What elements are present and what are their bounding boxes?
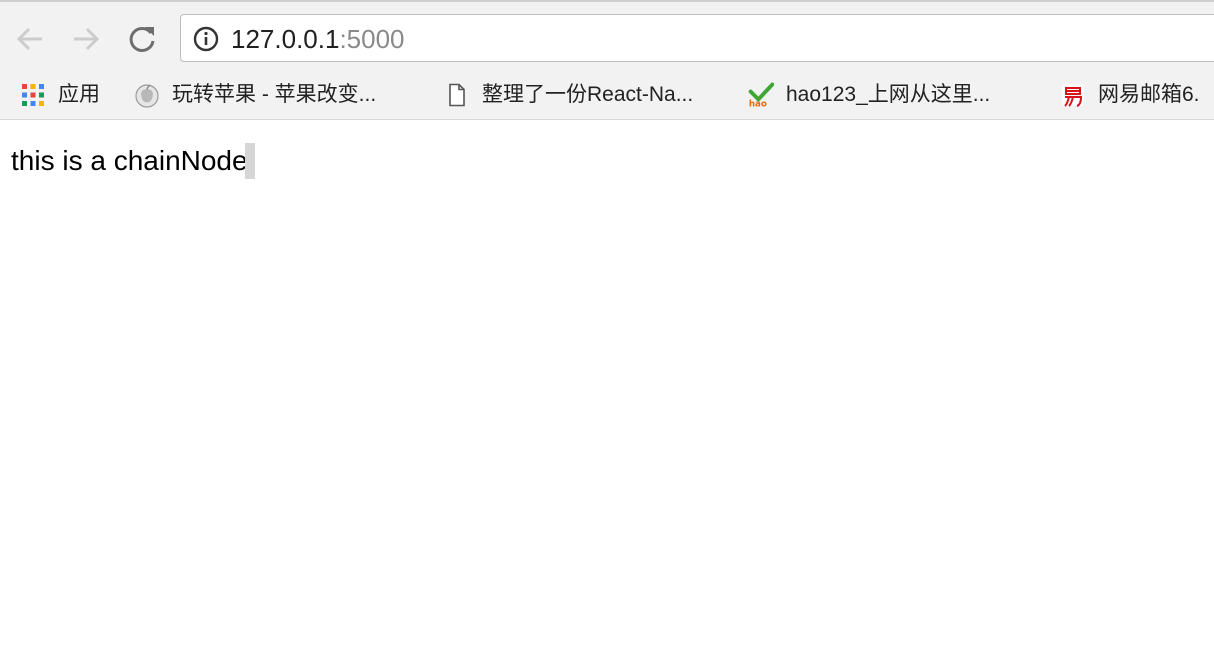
- page-text-body: this is a chainNode!: [11, 145, 256, 176]
- bookmark-label: 玩转苹果 - 苹果改变...: [172, 83, 377, 106]
- back-button[interactable]: [10, 19, 50, 59]
- arrow-left-icon: [16, 27, 42, 51]
- bookmark-apps[interactable]: 应用: [20, 80, 100, 110]
- bookmark-react-native[interactable]: 整理了一份React-Na...: [444, 80, 693, 110]
- bookmarks-bar: 应用 玩转苹果 - 苹果改变... 整理了一份React-Na... hao h…: [0, 72, 1214, 120]
- forward-button[interactable]: [66, 19, 106, 59]
- url-host: 127.0.0.1: [231, 24, 340, 54]
- reload-button[interactable]: [122, 19, 162, 59]
- page-icon: [444, 82, 470, 108]
- text-selection-caret: [245, 143, 256, 179]
- arrow-right-icon: [74, 27, 100, 51]
- page-content: this is a chainNode!: [0, 121, 1214, 672]
- bookmark-netease-mail[interactable]: 网易邮箱6.: [1060, 80, 1200, 110]
- apps-grid-icon: [20, 82, 46, 108]
- bookmark-label: 整理了一份React-Na...: [482, 83, 694, 106]
- bookmark-hao123[interactable]: hao hao123_上网从这里...: [748, 80, 990, 110]
- address-bar[interactable]: 127.0.0.1:5000: [180, 14, 1214, 62]
- bookmark-label: 应用: [58, 83, 100, 106]
- bookmark-wanzhuan-apple[interactable]: 玩转苹果 - 苹果改变...: [134, 80, 376, 110]
- svg-text:hao: hao: [749, 99, 767, 109]
- browser-toolbar: 127.0.0.1:5000: [0, 2, 1214, 72]
- reload-icon: [129, 26, 155, 52]
- apple-favicon-icon: [134, 82, 160, 108]
- bookmark-label: 网易邮箱6.: [1098, 83, 1200, 106]
- hao123-logo-icon: hao: [748, 82, 774, 109]
- info-icon[interactable]: [193, 26, 219, 52]
- url-text[interactable]: 127.0.0.1:5000: [231, 24, 405, 54]
- bookmark-label: hao123_上网从这里...: [786, 83, 991, 106]
- url-port: :5000: [339, 24, 405, 54]
- page-text: this is a chainNode!: [11, 143, 256, 179]
- netease-mail-icon: [1060, 82, 1086, 108]
